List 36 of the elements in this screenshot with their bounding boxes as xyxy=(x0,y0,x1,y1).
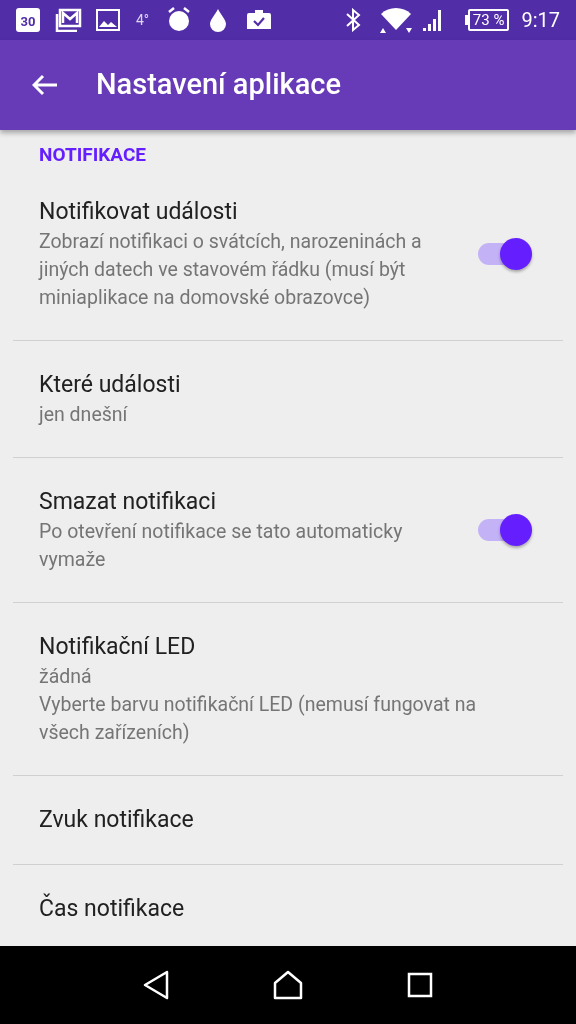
setting-title: Čas notifikace xyxy=(39,893,186,924)
square-icon xyxy=(407,972,433,998)
setting-title: Které události xyxy=(39,370,182,400)
bluetooth-icon xyxy=(344,8,361,32)
wifi-icon xyxy=(378,6,413,34)
toggle-switch[interactable] xyxy=(478,239,532,269)
temperature-text: 4° xyxy=(136,10,150,30)
drop-icon xyxy=(209,8,228,32)
setting-title: Notifikační LED xyxy=(39,632,197,662)
toggle-switch[interactable] xyxy=(478,515,532,545)
back-icon xyxy=(142,970,170,1000)
setting-title: Zvuk notifikace xyxy=(39,805,195,835)
alarm-clock-icon xyxy=(167,7,192,33)
calendar-day: 30 xyxy=(16,14,40,30)
setting-summary: Vyberte barvu notifikační LED (nemusí fungovat na všech zařízeních) xyxy=(39,692,478,746)
setting-row[interactable]: Notifikovat události Zobrazí notifikaci o svátcích, narozeninách a jiných datech ve stavovém řádku (musí být miniaplikace na domovské obrazovce) xyxy=(0,168,576,340)
section-header: NOTIFIKACE xyxy=(39,143,146,166)
battery-percent: 73 % xyxy=(471,11,506,29)
setting-summary: jen dnešní xyxy=(39,402,129,428)
setting-summary: Po otevření notifikace se tato automaticky vymaže xyxy=(39,519,404,573)
back-arrow-icon xyxy=(32,74,58,96)
setting-summary: žádná xyxy=(39,664,93,690)
image-icon xyxy=(96,9,120,31)
setting-row[interactable]: Které události jen dnešní xyxy=(0,341,576,457)
mail-icon xyxy=(54,8,82,32)
home-icon xyxy=(272,970,304,1000)
setting-row[interactable]: Smazat notifikaci Po otevření notifikace se tato automaticky vymaže xyxy=(0,458,576,602)
setting-row[interactable]: Notifikační LED žádná Vyberte barvu notifikační LED (nemusí fungovat na všech zařízeních) xyxy=(0,603,576,775)
setting-summary: Zobrazí notifikaci o svátcích, narozeninách a jiných datech ve stavovém řádku (musí být miniaplikace na domovské obrazovce) xyxy=(39,229,423,311)
setting-row[interactable]: Čas notifikace xyxy=(0,865,576,946)
clock-time: 9:17 xyxy=(521,7,560,34)
setting-title: Notifikovat události xyxy=(39,197,239,227)
setting-title: Smazat notifikaci xyxy=(39,487,217,517)
setting-row[interactable]: Zvuk notifikace xyxy=(0,776,576,864)
app-bar-title: Nastavení aplikace xyxy=(96,66,341,104)
briefcase-check-icon xyxy=(247,9,272,31)
